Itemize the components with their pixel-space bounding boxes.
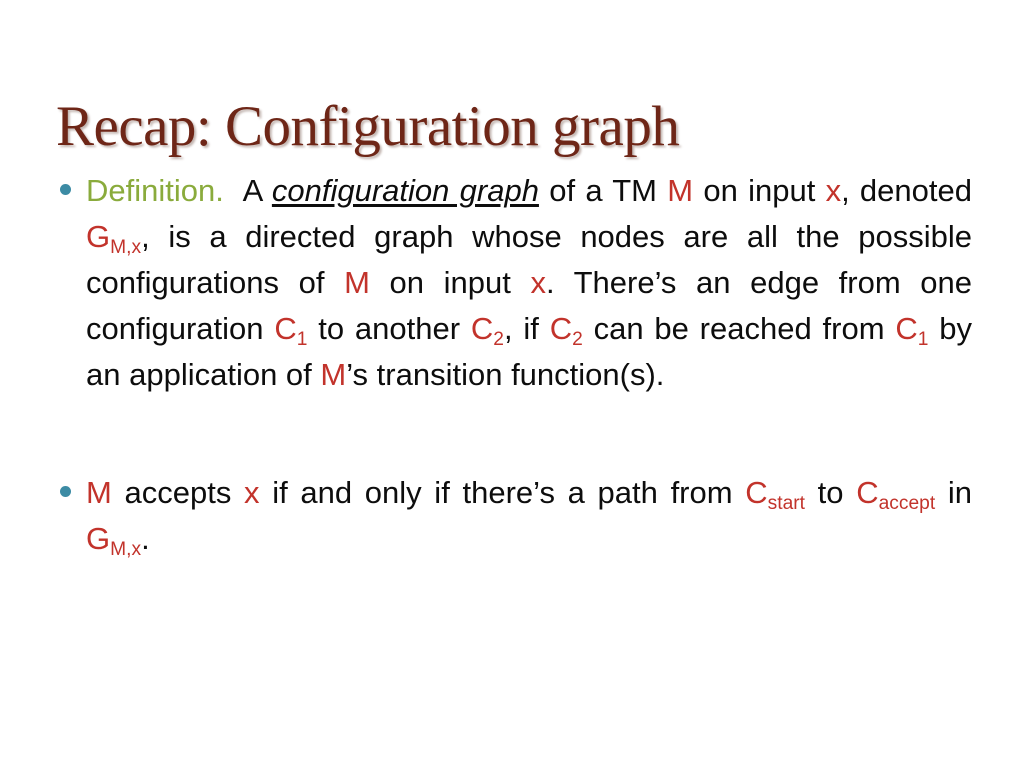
symbol-C1: C1 — [895, 311, 928, 349]
text-run: to — [805, 475, 857, 510]
symbol-M: M — [320, 357, 347, 392]
symbol-x: x — [825, 173, 842, 208]
text-run: A — [242, 173, 272, 208]
symbol-C-base: C — [549, 311, 573, 346]
slide-body: Definition. A configuration graph of a T… — [0, 168, 1024, 562]
symbol-M: M — [344, 265, 370, 300]
symbol-G-base: G — [86, 219, 111, 254]
text-run: on input — [693, 173, 826, 208]
symbol-G-Mx: GM,x — [86, 521, 141, 559]
symbol-C-base: C — [856, 475, 879, 510]
bullet-dot-icon — [60, 486, 71, 497]
acceptance-paragraph: M accepts x if and only if there’s a pat… — [86, 470, 972, 562]
definition-paragraph: Definition. A configuration graph of a T… — [86, 168, 972, 398]
symbol-C-base: C — [745, 475, 768, 510]
bullet-dot-icon — [60, 184, 71, 195]
text-run: on input — [369, 265, 531, 300]
text-run: in — [935, 475, 972, 510]
symbol-G-subscript: M,x — [110, 237, 142, 259]
symbol-C-base: C — [895, 311, 918, 346]
slide: Recap: Configuration graph Definition. A… — [0, 0, 1024, 768]
symbol-G-Mx: GM,x — [86, 219, 141, 257]
text-run: of a TM — [538, 173, 668, 208]
symbol-C-subscript: accept — [878, 493, 936, 515]
symbol-x: x — [530, 265, 546, 300]
symbol-C-subscript: 2 — [493, 329, 504, 351]
symbol-C-subscript: 2 — [572, 329, 583, 351]
bullet-definition: Definition. A configuration graph of a T… — [0, 168, 1024, 398]
text-run: accepts — [111, 475, 245, 510]
symbol-C2: C2 — [470, 311, 504, 349]
symbol-C-subscript: 1 — [296, 329, 308, 351]
text-run: ’s transition function(s). — [346, 357, 665, 392]
bullet-acceptance: M accepts x if and only if there’s a pat… — [0, 470, 1024, 562]
symbol-M: M — [86, 475, 112, 510]
symbol-x: x — [244, 475, 260, 510]
symbol-G-base: G — [86, 521, 111, 556]
symbol-C-base: C — [274, 311, 297, 346]
term-configuration-graph: configuration graph — [271, 173, 539, 208]
symbol-G-subscript: M,x — [110, 539, 142, 561]
symbol-C-base: C — [470, 311, 494, 346]
symbol-C-subscript: 1 — [917, 329, 929, 351]
text-run: , denoted — [841, 173, 972, 208]
symbol-C2: C2 — [549, 311, 583, 349]
definition-label: Definition. — [86, 173, 224, 208]
symbol-C1: C1 — [274, 311, 307, 349]
text-run: . — [141, 521, 150, 556]
text-run: , if — [503, 311, 550, 346]
text-run — [224, 173, 243, 208]
text-run: if and only if there’s a path from — [259, 475, 746, 510]
symbol-C-start: Cstart — [745, 475, 805, 513]
symbol-M: M — [667, 173, 694, 208]
text-run: can be reached from — [582, 311, 896, 346]
page-title: Recap: Configuration graph — [56, 95, 680, 159]
symbol-C-accept: Caccept — [856, 475, 935, 513]
symbol-C-subscript: start — [767, 493, 805, 515]
text-run: to another — [307, 311, 471, 346]
